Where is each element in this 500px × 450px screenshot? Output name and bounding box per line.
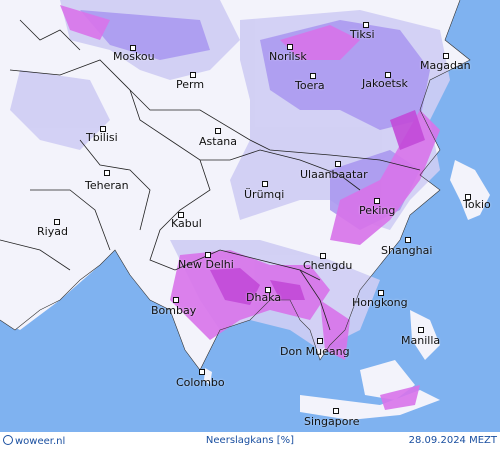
city-dot <box>317 338 323 344</box>
city-dot <box>333 408 339 414</box>
city-label-astana: Astana <box>199 135 238 148</box>
city-label-tiksi: Tiksi <box>350 28 375 41</box>
city-label-perm: Perm <box>176 78 205 91</box>
city-label-riyad: Riyad <box>37 225 68 238</box>
city-label-tokio: Tokio <box>463 198 491 211</box>
city-label-peking: Peking <box>359 204 396 217</box>
city-label-bombay: Bombay <box>151 304 197 317</box>
precipitation-map: Moskou Norilsk Tiksi Magadan Perm Toera … <box>0 0 500 450</box>
city-dot <box>418 327 424 333</box>
city-label-colombo: Colombo <box>176 376 225 389</box>
city-label-toera: Toera <box>295 79 325 92</box>
city-label-kabul: Kabul <box>171 217 202 230</box>
city-label-chengdu: Chengdu <box>303 259 353 272</box>
footer-bar: woweer.nl Neerslagkans [%] 28.09.2024 ME… <box>0 432 500 450</box>
city-label-norilsk: Norilsk <box>269 50 307 63</box>
city-dot <box>335 161 341 167</box>
city-label-jakoetsk: Jakoetsk <box>362 77 408 90</box>
city-label-tbilisi: Tbilisi <box>86 131 118 144</box>
city-dot <box>173 297 179 303</box>
city-dot <box>199 369 205 375</box>
city-label-new-delhi: New Delhi <box>178 258 234 271</box>
datetime-label: 28.09.2024 MEZT <box>408 435 497 446</box>
city-label-moskou: Moskou <box>113 50 155 63</box>
city-dot <box>104 170 110 176</box>
city-label-dhaka: Dhaka <box>246 291 282 304</box>
city-label-manilla: Manilla <box>401 334 441 347</box>
city-dot <box>405 237 411 243</box>
city-label-ulaanbaatar: Ulaanbaatar <box>300 168 368 181</box>
city-label-urumqi: Ürümqi <box>244 188 285 201</box>
city-label-magadan: Magadan <box>420 59 471 72</box>
city-label-don-mueang: Don Mueang <box>280 345 350 358</box>
city-label-teheran: Teheran <box>85 179 129 192</box>
city-label-shanghai: Shanghai <box>381 244 433 257</box>
city-label-singapore: Singapore <box>304 415 360 428</box>
city-dot <box>262 181 268 187</box>
city-dot <box>215 128 221 134</box>
city-label-hongkong: Hongkong <box>352 296 408 309</box>
